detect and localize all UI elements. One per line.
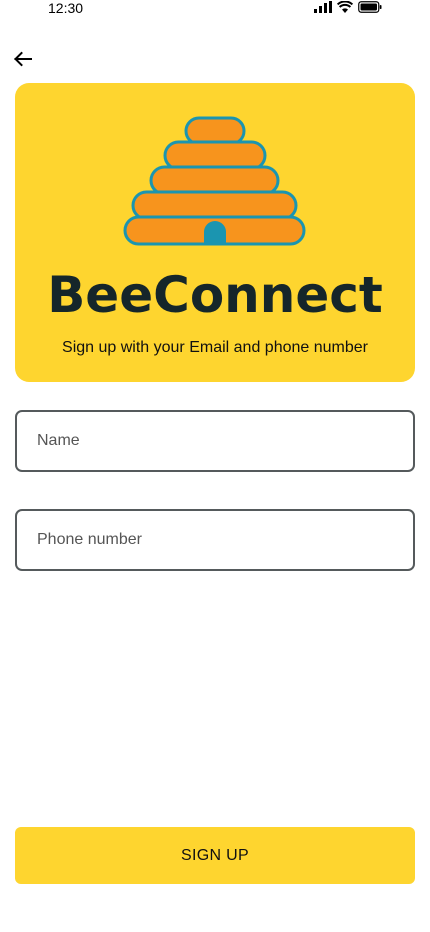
brand-name: BeeConnect: [47, 266, 383, 324]
name-field[interactable]: [15, 410, 415, 472]
battery-icon: [358, 1, 382, 13]
status-icons: [314, 1, 382, 13]
name-input[interactable]: [17, 412, 397, 470]
arrow-left-icon: [14, 51, 32, 67]
signup-button[interactable]: SIGN UP: [15, 827, 415, 884]
hero-card: BeeConnect Sign up with your Email and p…: [15, 83, 415, 382]
back-button[interactable]: [12, 48, 34, 70]
signal-icon: [314, 1, 332, 13]
status-bar: 12:30: [0, 0, 430, 18]
status-time: 12:30: [48, 0, 84, 16]
beehive-icon: [123, 116, 306, 246]
phone-input[interactable]: [17, 511, 397, 569]
phone-field[interactable]: [15, 509, 415, 571]
tagline: Sign up with your Email and phone number: [62, 339, 368, 356]
wifi-icon: [337, 1, 353, 13]
